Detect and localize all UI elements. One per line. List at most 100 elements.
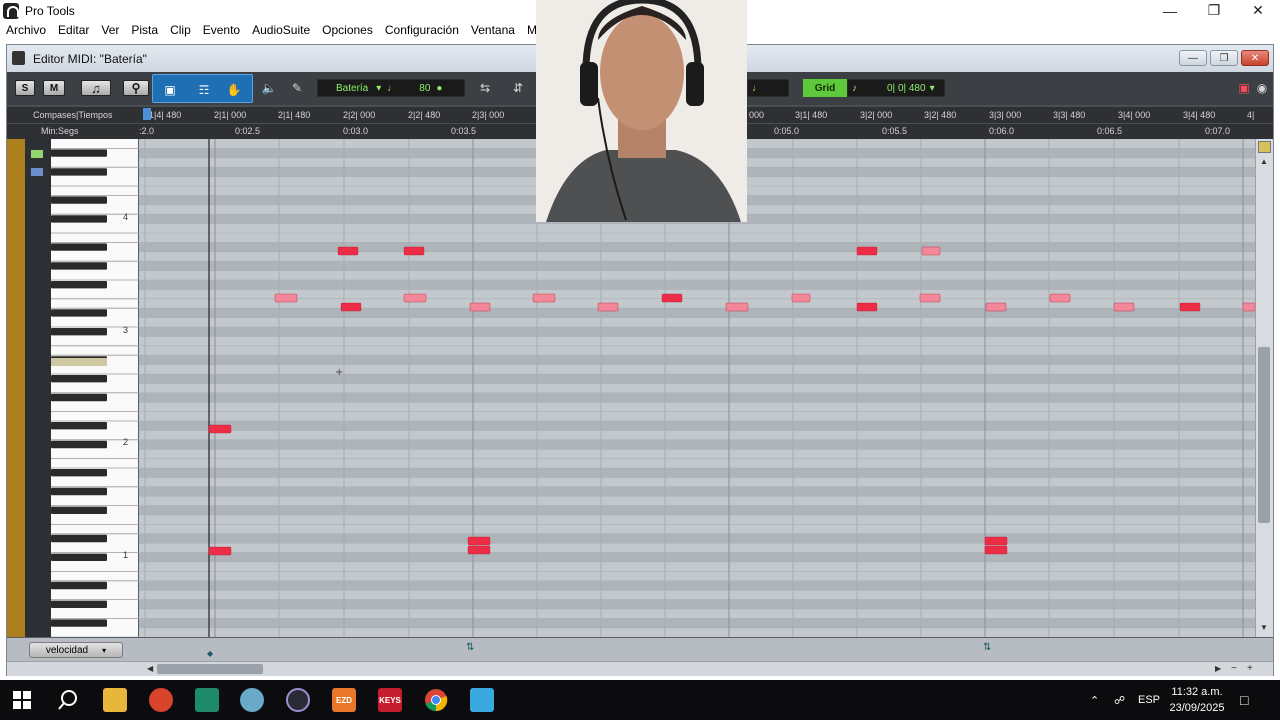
app-blue-icon[interactable] (470, 688, 494, 712)
quantize-icon[interactable]: ⇵ (505, 80, 531, 96)
speaker-icon[interactable]: 🔈 (259, 80, 279, 96)
midi-note[interactable] (921, 246, 941, 256)
vertical-scrollbar[interactable]: ▲ ▼ (1255, 139, 1273, 637)
editor-restore-button[interactable]: ❐ (1210, 50, 1238, 66)
midi-note[interactable] (856, 302, 878, 312)
notifications-icon[interactable]: □ (1240, 680, 1248, 720)
app-globe-icon[interactable] (240, 688, 264, 712)
close-button[interactable]: ✕ (1236, 0, 1280, 21)
midi-note[interactable] (661, 293, 683, 303)
midi-note[interactable] (1049, 293, 1071, 303)
velocity-stalk[interactable]: ⇅ (983, 642, 991, 653)
piano-black-key[interactable] (51, 440, 107, 449)
zoom-corner-icon[interactable] (1258, 141, 1271, 153)
midi-note[interactable] (1113, 302, 1135, 312)
piano-black-key[interactable] (51, 215, 107, 223)
scroll-right-icon[interactable]: ▶ (1215, 664, 1225, 674)
piano-black-key[interactable] (51, 600, 107, 608)
app-red-icon[interactable] (149, 688, 173, 712)
file-explorer-icon[interactable] (103, 688, 127, 712)
midi-note[interactable] (403, 246, 425, 256)
piano-black-key[interactable] (51, 487, 107, 496)
language-indicator[interactable]: ESP (1138, 680, 1160, 720)
trim-tool-icon[interactable]: ▣ (159, 82, 181, 98)
midi-note[interactable] (1242, 302, 1255, 312)
piano-black-key[interactable] (51, 422, 107, 430)
midi-note[interactable] (469, 302, 491, 312)
midi-note[interactable] (208, 424, 232, 434)
menu-editar[interactable]: Editar (52, 21, 95, 40)
grabber-tool-icon[interactable]: ✋ (223, 82, 245, 98)
midi-note[interactable] (403, 293, 427, 303)
track-tempo-field[interactable]: Batería ▾ ♩ 80 ● (317, 79, 465, 97)
wifi-icon[interactable]: ☍ (1114, 680, 1125, 720)
solo-button[interactable]: S (15, 80, 35, 96)
midi-note[interactable] (919, 293, 941, 303)
piano-key-highlight[interactable] (51, 358, 107, 366)
piano-black-key[interactable] (51, 553, 107, 561)
midi-note[interactable] (1179, 302, 1201, 312)
zoom-out-icon[interactable]: − (1231, 663, 1237, 674)
menu-evento[interactable]: Evento (197, 21, 246, 40)
midi-note[interactable] (725, 302, 749, 312)
midi-note[interactable] (532, 293, 556, 303)
search-icon[interactable] (56, 688, 80, 712)
taskbar-clock[interactable]: 11:32 a.m. 23/09/2025 (1164, 684, 1230, 716)
piano-black-key[interactable] (51, 506, 107, 514)
piano-black-key[interactable] (51, 534, 107, 543)
grid-button[interactable]: Grid (803, 79, 847, 97)
keys-app-icon[interactable]: KEYS (378, 688, 402, 712)
velocity-stalk[interactable]: ⇅ (466, 642, 474, 653)
zoom-in-icon[interactable]: + (1247, 663, 1253, 674)
notes-icon[interactable]: ♫ (81, 80, 111, 96)
mute-button[interactable]: M (43, 80, 65, 96)
nudge-icon[interactable]: ⇆ (473, 80, 497, 96)
cursor-crosshair-icon[interactable]: + (335, 367, 343, 378)
midi-note[interactable] (467, 545, 491, 555)
velocity-selector[interactable]: velocidad ▾ (29, 642, 123, 658)
menu-clip[interactable]: Clip (164, 21, 197, 40)
midi-note[interactable] (208, 546, 232, 556)
piano-black-key[interactable] (51, 149, 107, 157)
piano-black-key[interactable] (51, 328, 107, 336)
playhead-marker-icon[interactable] (143, 108, 151, 120)
piano-black-key[interactable] (51, 619, 107, 627)
editor-minimize-button[interactable]: — (1179, 50, 1207, 66)
midi-note[interactable] (791, 293, 811, 303)
vertical-scroll-thumb[interactable] (1258, 347, 1270, 523)
menu-configuracion[interactable]: Configuración (379, 21, 465, 40)
scroll-up-icon[interactable]: ▲ (1260, 157, 1268, 166)
chrome-icon[interactable] (424, 688, 448, 712)
menu-ver[interactable]: Ver (95, 21, 125, 40)
piano-black-key[interactable] (51, 168, 107, 176)
piano-black-key[interactable] (51, 281, 107, 289)
midi-note[interactable] (985, 302, 1007, 312)
note-length-field[interactable]: ♩ (747, 79, 789, 97)
pro-tools-taskbar-icon[interactable] (286, 688, 310, 712)
midi-note[interactable] (984, 536, 1008, 546)
scroll-left-icon[interactable]: ◀ (147, 664, 157, 674)
midi-note[interactable] (984, 545, 1008, 555)
midi-note[interactable] (274, 293, 298, 303)
piano-black-key[interactable] (51, 196, 107, 204)
scroll-down-icon[interactable]: ▼ (1260, 623, 1268, 632)
piano-black-key[interactable] (51, 375, 107, 383)
ezdrummer-icon[interactable]: EZD (332, 688, 356, 712)
horizontal-scroll-thumb[interactable] (157, 664, 263, 674)
piano-black-key[interactable] (51, 309, 107, 317)
windows-start-icon[interactable] (10, 688, 34, 712)
editor-close-button[interactable]: ✕ (1241, 50, 1269, 66)
midi-note[interactable] (340, 302, 362, 312)
horizontal-scrollbar[interactable]: ◀ ▶ − + (7, 661, 1273, 676)
options-icon[interactable]: ◉ (1255, 80, 1269, 96)
piano-black-key[interactable] (51, 469, 107, 477)
menu-ventana[interactable]: Ventana (465, 21, 521, 40)
pencil-tool-icon[interactable]: ✎ (285, 80, 309, 96)
track-toggle-icon[interactable] (30, 149, 44, 159)
selector-tool-icon[interactable]: ☶ (193, 82, 215, 98)
minimize-button[interactable]: — (1148, 0, 1192, 21)
menu-archivo[interactable]: Archivo (0, 21, 52, 40)
midi-note[interactable] (597, 302, 619, 312)
menu-pista[interactable]: Pista (125, 21, 164, 40)
piano-black-key[interactable] (51, 581, 107, 590)
